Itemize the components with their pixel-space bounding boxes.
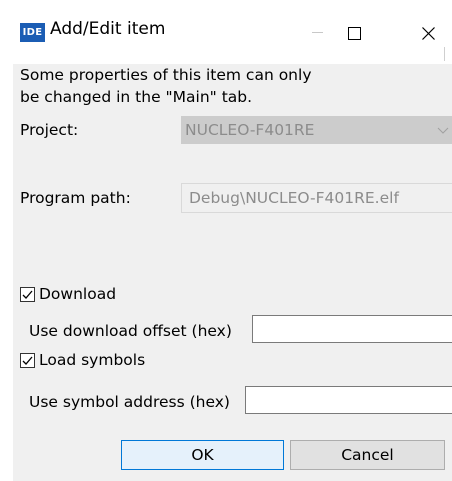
- ide-app-icon: IDE: [20, 23, 45, 42]
- close-button[interactable]: [406, 10, 452, 54]
- program-path-label: Program path:: [20, 189, 131, 207]
- minimize-button[interactable]: [292, 10, 338, 54]
- window-title: Add/Edit item: [50, 19, 166, 39]
- program-path-value: Debug\NUCLEO-F401RE.elf: [189, 189, 399, 207]
- checkmark-icon: [22, 356, 33, 365]
- symbol-address-input[interactable]: [245, 386, 452, 414]
- cancel-button[interactable]: Cancel: [290, 440, 445, 470]
- load-symbols-label[interactable]: Load symbols: [39, 350, 145, 370]
- minimize-icon: [312, 32, 323, 33]
- info-text-line-1: Some properties of this item can only: [20, 66, 312, 84]
- project-value: NUCLEO-F401RE: [185, 121, 315, 139]
- maximize-button[interactable]: [336, 10, 382, 54]
- ok-button[interactable]: OK: [121, 440, 284, 470]
- symbol-address-label: Use symbol address (hex): [29, 393, 230, 411]
- add-edit-item-dialog: IDE Add/Edit item Some properties of thi…: [0, 0, 452, 481]
- info-text-line-2: be changed in the "Main" tab.: [20, 88, 253, 106]
- download-offset-label: Use download offset (hex): [29, 322, 232, 340]
- title-bar[interactable]: IDE Add/Edit item: [0, 0, 452, 64]
- chevron-down-icon: [437, 127, 449, 134]
- checkmark-icon: [22, 290, 33, 299]
- close-icon: [422, 27, 435, 40]
- project-label: Project:: [20, 121, 79, 139]
- download-offset-input[interactable]: [252, 315, 452, 343]
- download-label[interactable]: Download: [39, 284, 116, 304]
- download-checkbox[interactable]: [20, 287, 35, 302]
- load-symbols-checkbox[interactable]: [20, 353, 35, 368]
- separator-tick: [444, 47, 445, 61]
- maximize-icon: [348, 27, 361, 40]
